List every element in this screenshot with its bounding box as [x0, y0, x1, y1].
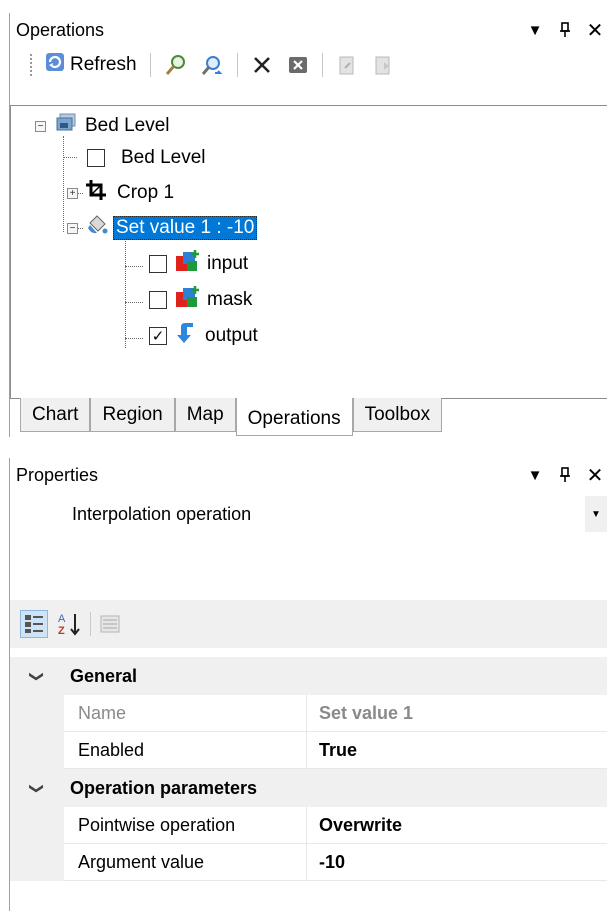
property-value[interactable]: True [307, 732, 607, 769]
properties-panel-header: Properties ▼ ✕ [10, 458, 607, 492]
tab-label: Toolbox [364, 403, 431, 425]
svg-text:A: A [58, 613, 66, 625]
property-row[interactable]: Name Set value 1 [10, 695, 607, 732]
checkbox[interactable] [87, 149, 105, 167]
dropdown-arrow-icon[interactable]: ▼ [527, 22, 543, 39]
tree-child-label: output [205, 325, 258, 346]
properties-panel-title: Properties [16, 464, 99, 485]
refresh-button[interactable]: Refresh [41, 51, 140, 79]
tab-toolbox[interactable]: Toolbox [352, 398, 443, 432]
toolbar-grip [30, 54, 33, 76]
properties-panel: Properties ▼ ✕ Interpolation operation ▼… [9, 458, 607, 911]
svg-text:Z: Z [58, 625, 65, 637]
toolbar-separator [236, 53, 238, 77]
row-gutter [10, 844, 64, 881]
tree-item-label: Crop 1 [117, 182, 175, 203]
mask-layer-icon [175, 285, 199, 315]
tree-child-label: mask [207, 289, 253, 310]
property-value[interactable]: Set value 1 [307, 695, 607, 732]
tab-map[interactable]: Map [174, 398, 236, 432]
checkbox[interactable] [149, 291, 167, 309]
property-value[interactable]: -10 [307, 844, 607, 881]
output-arrow-icon [175, 321, 197, 351]
paint-bucket-icon [85, 213, 109, 243]
operations-tree[interactable]: − Bed Level Bed Level + Crop 1 − Set val [10, 105, 607, 399]
property-row[interactable]: Argument value -10 [10, 844, 607, 881]
delete-icon[interactable] [248, 51, 276, 79]
map-layer-icon [55, 113, 77, 139]
panel-tabs: Chart Region Map Operations Toolbox [20, 398, 443, 436]
tree-node-root[interactable]: − Bed Level [35, 110, 170, 142]
toolbar-separator [149, 53, 151, 77]
property-row[interactable]: Enabled True [10, 732, 607, 769]
close-icon[interactable]: ✕ [587, 20, 604, 42]
category-label: General [70, 665, 138, 686]
import-icon[interactable] [369, 51, 397, 79]
tree-node-crop[interactable]: + Crop 1 [67, 177, 174, 209]
tree-item-label-selected: Set value 1 : -10 [113, 216, 258, 240]
property-row[interactable]: Pointwise operation Overwrite [10, 807, 607, 844]
property-value[interactable]: Overwrite [307, 807, 607, 844]
tree-item-label: Bed Level [121, 147, 206, 168]
input-layer-icon [175, 249, 199, 279]
category-label: Operation parameters [70, 777, 258, 798]
property-name: Argument value [64, 844, 307, 881]
object-selector[interactable]: Interpolation operation ▼ [10, 492, 607, 536]
close-box-icon[interactable] [284, 51, 312, 79]
search-icon[interactable] [197, 51, 227, 79]
tree-node-set-value[interactable]: − Set value 1 : -10 [67, 212, 258, 244]
tab-label: Region [102, 403, 163, 425]
dropdown-arrow-icon[interactable]: ▼ [527, 467, 543, 484]
sort-alphabetical-icon[interactable]: AZ [56, 611, 82, 637]
tab-region[interactable]: Region [90, 398, 175, 432]
collapse-toggle[interactable]: − [35, 120, 46, 132]
chevron-down-icon[interactable]: ❯ [29, 761, 46, 815]
checkbox[interactable] [149, 255, 167, 273]
tab-label: Map [186, 403, 224, 425]
zoom-to-icon[interactable] [161, 51, 191, 79]
operations-panel: Operations ▼ ✕ Refresh − Bed Level Bed L… [9, 13, 607, 437]
refresh-label: Refresh [70, 54, 137, 75]
tab-operations[interactable]: Operations [235, 398, 353, 436]
tab-chart[interactable]: Chart [20, 398, 91, 432]
object-selector-value: Interpolation operation [72, 503, 252, 524]
chevron-down-icon[interactable]: ▼ [585, 496, 607, 532]
tree-node-output[interactable]: ✓ output [149, 320, 258, 352]
tree-node-bed-level[interactable]: Bed Level [87, 142, 206, 174]
tree-root-label: Bed Level [85, 115, 170, 136]
close-icon[interactable]: ✕ [587, 465, 604, 487]
categorized-view-icon[interactable] [20, 610, 48, 638]
property-name: Enabled [64, 732, 307, 769]
category-general[interactable]: ❯ General [10, 657, 607, 695]
property-pages-icon[interactable] [99, 613, 121, 635]
tree-child-label: input [207, 253, 249, 274]
toolbar-separator [321, 53, 323, 77]
pin-icon[interactable] [557, 467, 573, 483]
tree-node-mask[interactable]: mask [149, 284, 252, 316]
tab-label: Operations [247, 407, 341, 429]
operations-panel-header: Operations ▼ ✕ [10, 13, 607, 47]
checkbox-checked[interactable]: ✓ [149, 327, 167, 345]
toolbar-separator [90, 612, 91, 636]
properties-toolbar: AZ [10, 600, 607, 648]
category-operation-parameters[interactable]: ❯ Operation parameters [10, 769, 607, 807]
crop-icon [85, 179, 107, 207]
property-grid: ❯ General Name Set value 1 Enabled True … [10, 657, 607, 881]
tree-node-input[interactable]: input [149, 248, 248, 280]
expand-toggle[interactable]: + [67, 187, 78, 199]
tab-label: Chart [32, 403, 79, 425]
property-name: Name [64, 695, 307, 732]
property-name: Pointwise operation [64, 807, 307, 844]
chevron-down-icon[interactable]: ❯ [29, 649, 46, 703]
collapse-toggle[interactable]: − [67, 222, 78, 234]
operations-toolbar: Refresh [10, 47, 607, 83]
export-icon[interactable] [333, 51, 361, 79]
refresh-icon [44, 51, 66, 79]
pin-icon[interactable] [557, 22, 573, 38]
operations-panel-title: Operations [16, 19, 105, 40]
